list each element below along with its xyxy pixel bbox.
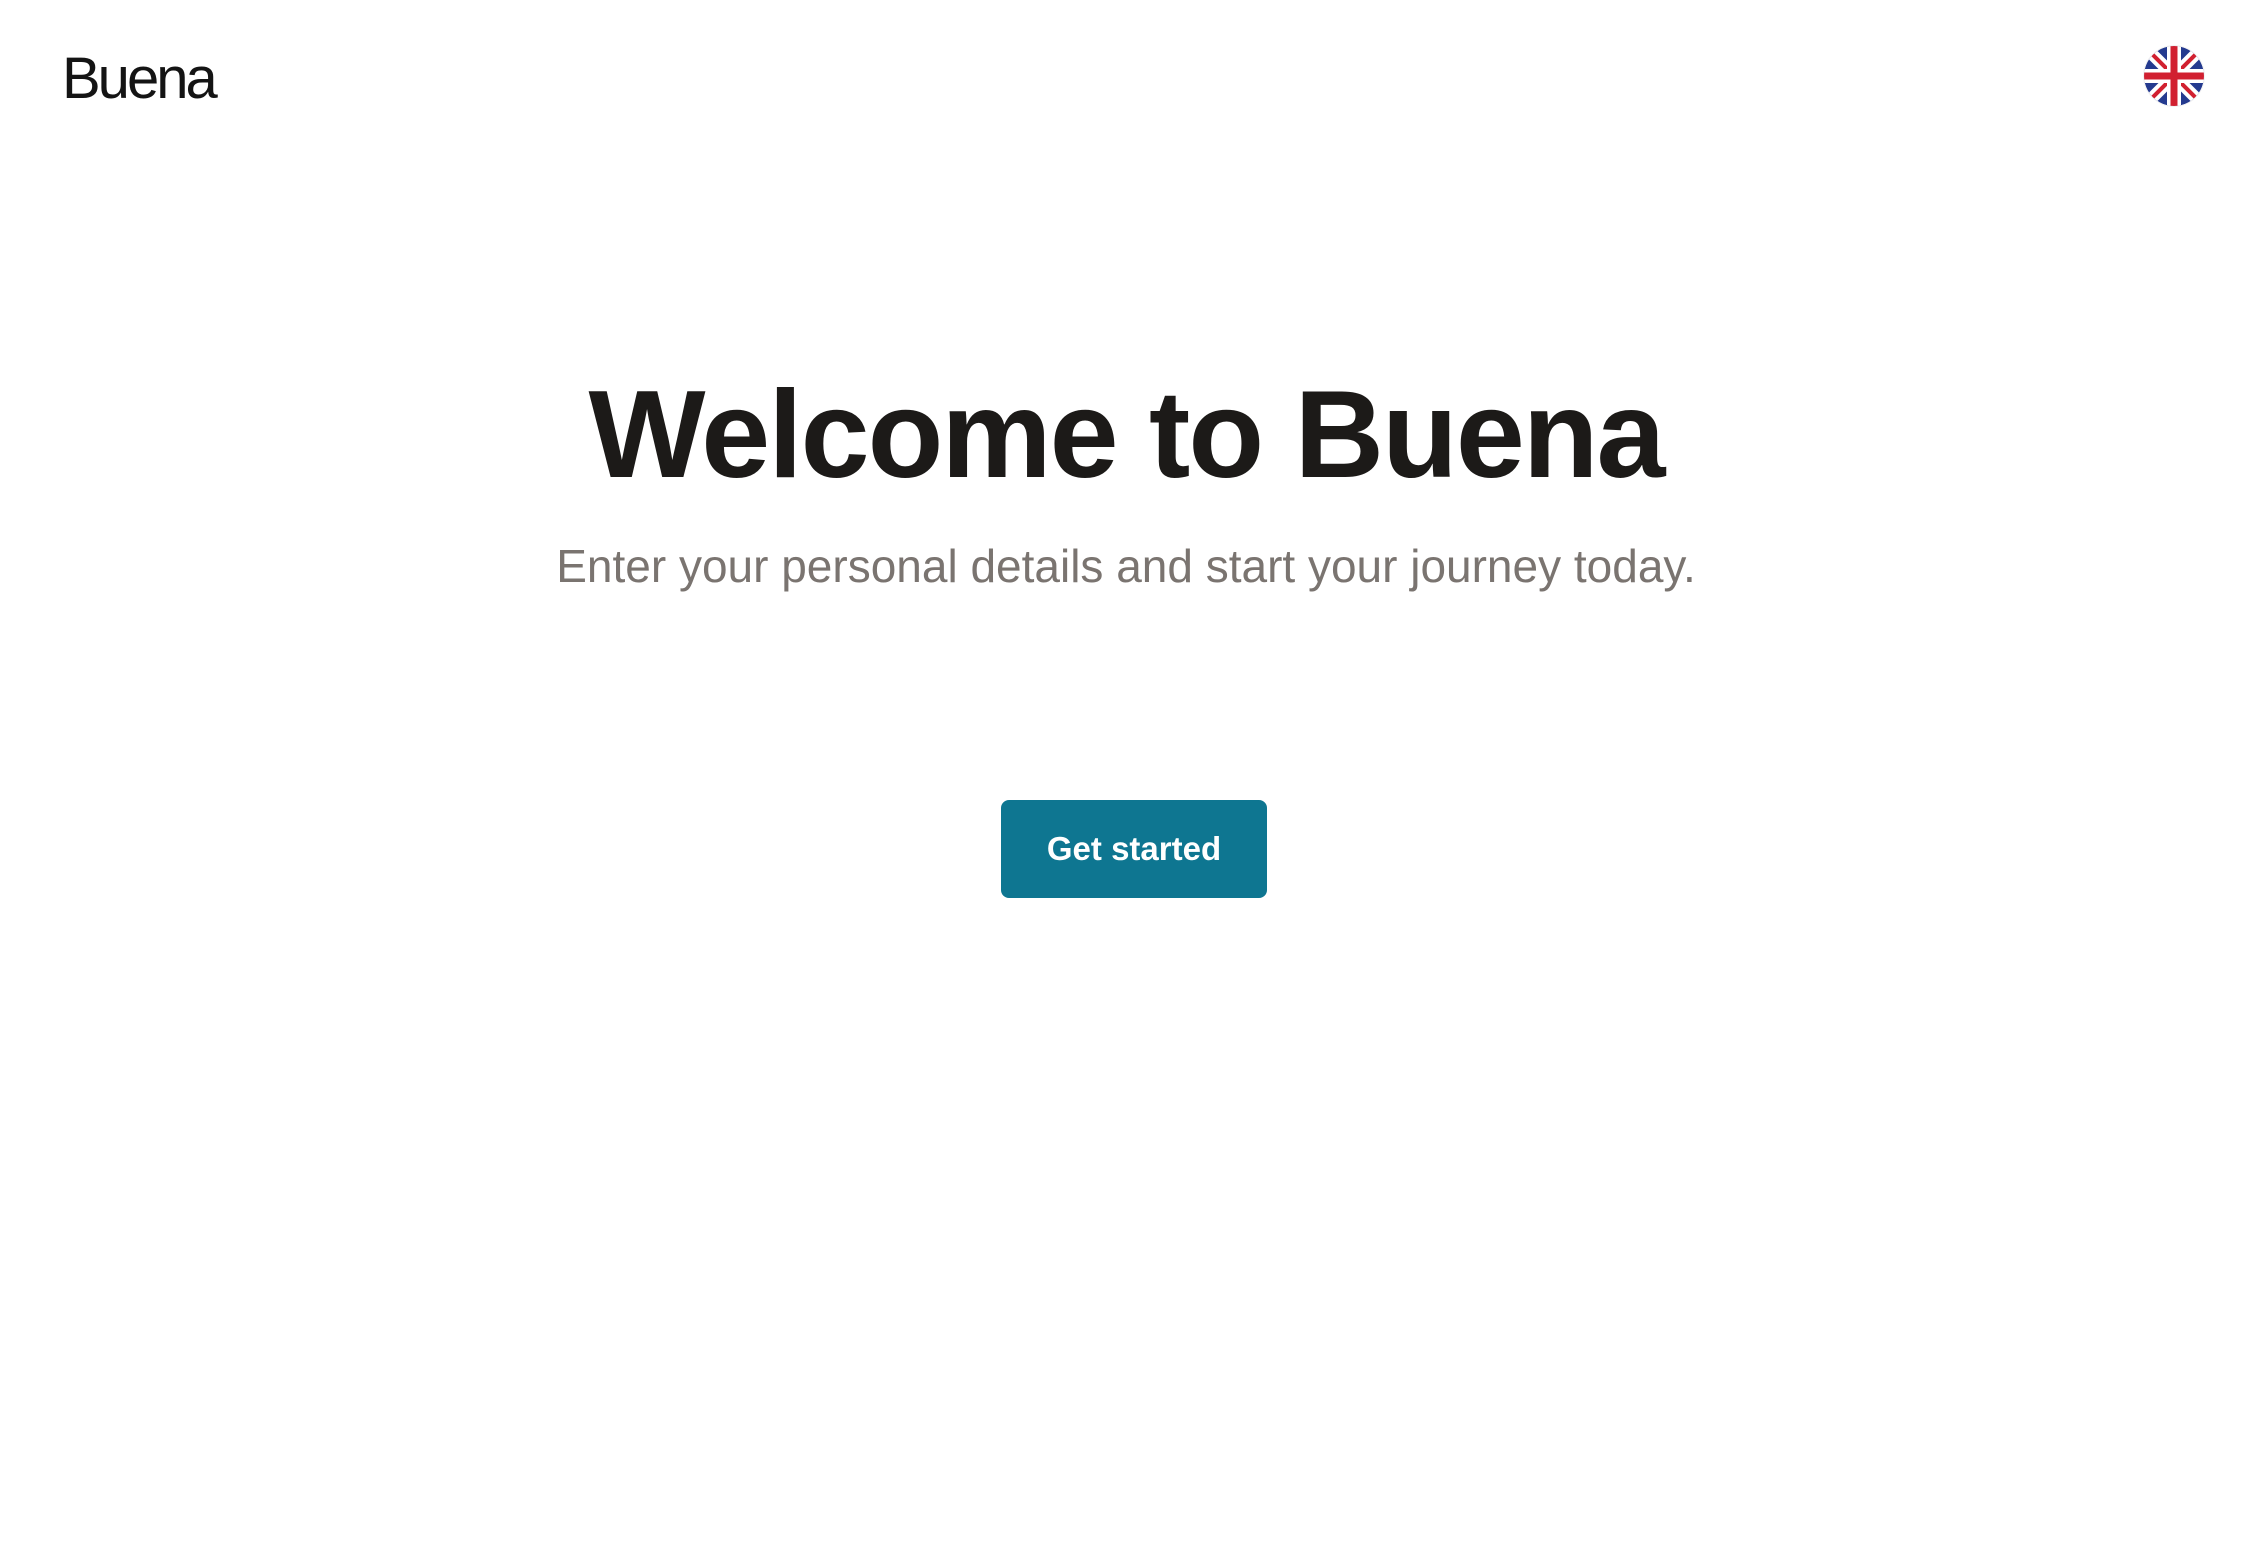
page-subtitle: Enter your personal details and start yo…: [556, 540, 1696, 592]
get-started-button[interactable]: Get started: [1001, 800, 1267, 898]
top-header: Buena: [0, 0, 2252, 160]
page-title: Welcome to Buena: [588, 366, 1665, 504]
language-selector[interactable]: [2144, 46, 2204, 106]
brand-logo[interactable]: Buena: [62, 44, 218, 114]
hero-section: Welcome to Buena Enter your personal det…: [0, 360, 2252, 596]
uk-flag-icon: [2144, 46, 2204, 106]
